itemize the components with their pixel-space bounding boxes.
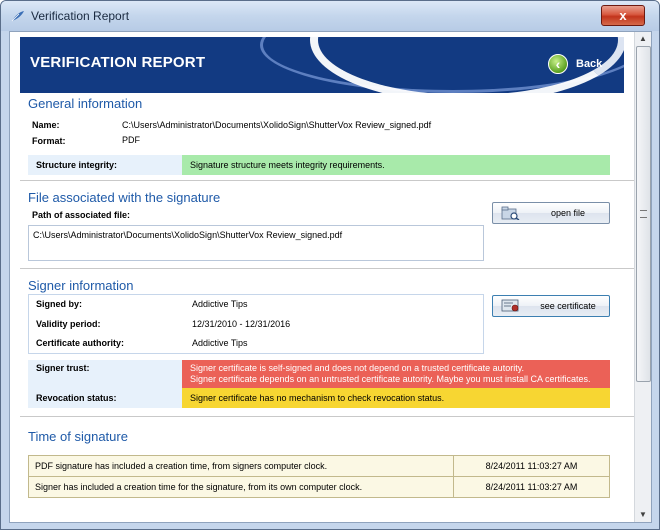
back-label: Back xyxy=(576,58,603,70)
signer-info-title: Signer information xyxy=(28,278,134,293)
vertical-scrollbar[interactable]: ▲ ▼ xyxy=(634,32,651,522)
integrity-label: Structure integrity: xyxy=(28,155,182,175)
associated-path-value: C:\Users\Administrator\Documents\XolidoS… xyxy=(33,230,343,240)
folder-search-icon xyxy=(501,206,520,220)
format-value: PDF xyxy=(122,135,140,145)
signer-trust-line-2: Signer certificate depends on an untrust… xyxy=(190,374,591,384)
path-label: Path of associated file: xyxy=(32,210,131,220)
format-label: Format: xyxy=(32,136,66,146)
see-certificate-label: see certificate xyxy=(540,301,596,311)
open-file-label: open file xyxy=(550,208,586,218)
signed-by-value: Addictive Tips xyxy=(192,299,248,309)
name-value: C:\Users\Administrator\Documents\XolidoS… xyxy=(122,120,432,130)
general-info-title: General information xyxy=(28,96,143,111)
scroll-grip-icon xyxy=(640,210,647,218)
revocation-label: Revocation status: xyxy=(28,388,182,408)
validity-label: Validity period: xyxy=(36,319,101,329)
certificate-icon xyxy=(501,299,519,312)
title-bar[interactable]: Verification Report x xyxy=(1,1,659,31)
open-file-button[interactable]: open file xyxy=(492,202,610,224)
time-row-text: Signer has included a creation time for … xyxy=(28,476,454,498)
scroll-up-icon[interactable]: ▲ xyxy=(635,32,651,46)
signature-time-table: PDF signature has included a creation ti… xyxy=(28,455,610,498)
client-area: VERIFICATION REPORT ‹ Back General infor… xyxy=(9,31,652,523)
divider xyxy=(20,268,634,269)
integrity-status: Signature structure meets integrity requ… xyxy=(182,155,610,175)
signed-by-label: Signed by: xyxy=(36,299,83,309)
associated-path-field[interactable]: C:\Users\Administrator\Documents\XolidoS… xyxy=(28,225,484,261)
time-row-value: 8/24/2011 11:03:27 AM xyxy=(453,455,610,477)
close-button[interactable]: x xyxy=(601,5,645,26)
back-arrow-icon: ‹ xyxy=(548,54,568,74)
scroll-down-icon[interactable]: ▼ xyxy=(635,508,651,522)
scroll-thumb[interactable] xyxy=(636,46,651,382)
time-of-signature-title: Time of signature xyxy=(28,429,128,444)
verification-report-window: Verification Report x VERIFICATION REPOR… xyxy=(0,0,660,530)
ca-label: Certificate authority: xyxy=(36,338,125,348)
associated-file-title: File associated with the signature xyxy=(28,190,221,205)
report-title: VERIFICATION REPORT xyxy=(30,54,206,71)
report-header: VERIFICATION REPORT ‹ Back xyxy=(20,37,624,93)
signer-trust-status: Signer certificate is self-signed and do… xyxy=(182,360,610,388)
see-certificate-button[interactable]: see certificate xyxy=(492,295,610,317)
signer-trust-line-1: Signer certificate is self-signed and do… xyxy=(190,363,525,373)
window-title: Verification Report xyxy=(31,9,130,23)
app-feather-icon xyxy=(11,11,24,22)
revocation-status: Signer certificate has no mechanism to c… xyxy=(182,388,610,408)
divider xyxy=(20,180,634,181)
validity-value: 12/31/2010 - 12/31/2016 xyxy=(192,319,291,329)
ca-value: Addictive Tips xyxy=(192,338,248,348)
back-button[interactable]: ‹ Back xyxy=(548,53,602,75)
divider xyxy=(20,416,634,417)
report-content: VERIFICATION REPORT ‹ Back General infor… xyxy=(10,32,634,522)
time-row-text: PDF signature has included a creation ti… xyxy=(28,455,454,477)
table-row: Signer has included a creation time for … xyxy=(28,476,610,498)
signer-trust-label: Signer trust: xyxy=(28,360,182,388)
name-label: Name: xyxy=(32,120,60,130)
table-row: PDF signature has included a creation ti… xyxy=(28,455,610,477)
time-row-value: 8/24/2011 11:03:27 AM xyxy=(453,476,610,498)
